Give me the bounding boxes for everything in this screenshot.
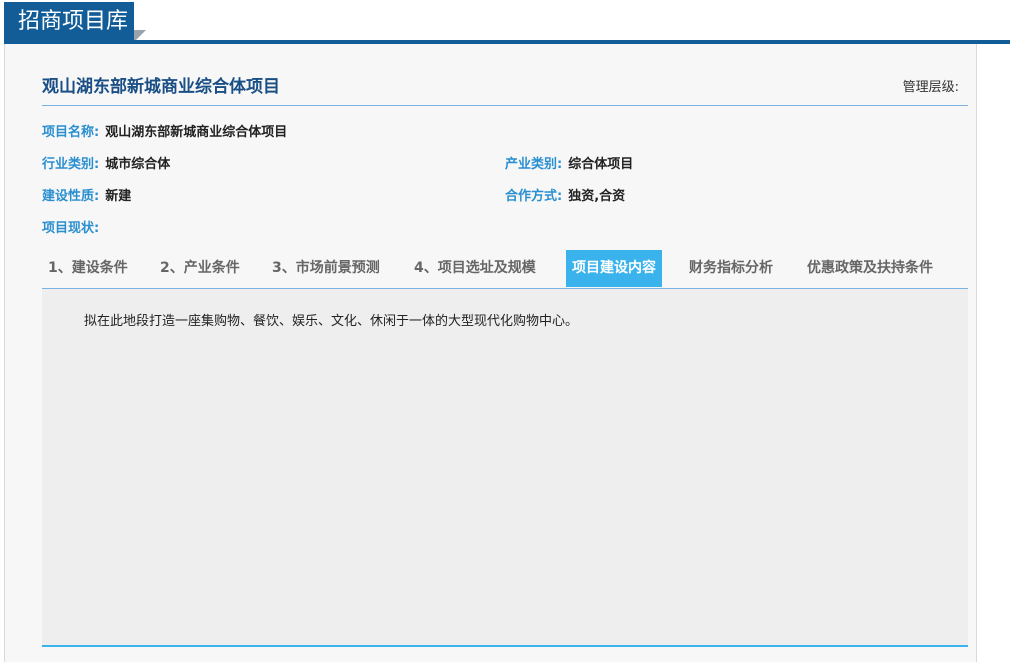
field-label: 行业类别: bbox=[42, 157, 100, 172]
module-title-tag: 招商项目库 bbox=[4, 2, 134, 42]
field-value: 独资,合资 bbox=[568, 189, 626, 204]
tab-construction-content[interactable]: 项目建设内容 bbox=[566, 250, 662, 287]
field-value: 观山湖东部新城商业综合体项目 bbox=[105, 125, 288, 140]
field-project-name: 项目名称: 观山湖东部新城商业综合体项目 bbox=[42, 121, 287, 140]
field-industry: 行业类别: 城市综合体 bbox=[42, 153, 170, 172]
tab-construction-conditions[interactable]: 1、建设条件 bbox=[42, 250, 134, 287]
tab-financial-analysis[interactable]: 财务指标分析 bbox=[683, 250, 779, 287]
field-cooperation: 合作方式: 独资,合资 bbox=[505, 185, 625, 204]
field-label: 产业类别: bbox=[505, 157, 563, 172]
module-title: 招商项目库 bbox=[18, 9, 129, 34]
tab-content-panel: 拟在此地段打造一座集购物、餐饮、娱乐、文化、休闲于一体的大型现代化购物中心。 bbox=[42, 289, 968, 647]
tab-market-forecast[interactable]: 3、市场前景预测 bbox=[266, 250, 386, 287]
tab-preferential-policies[interactable]: 优惠政策及扶持条件 bbox=[801, 250, 939, 287]
field-value: 综合体项目 bbox=[568, 157, 634, 172]
title-divider bbox=[42, 105, 968, 106]
field-sector: 产业类别: 综合体项目 bbox=[505, 153, 633, 172]
field-value: 城市综合体 bbox=[105, 157, 171, 172]
tab-content-text: 拟在此地段打造一座集购物、餐饮、娱乐、文化、休闲于一体的大型现代化购物中心。 bbox=[84, 314, 579, 329]
management-level-label: 管理层级: bbox=[902, 80, 959, 95]
field-label: 项目现状: bbox=[42, 221, 100, 236]
project-detail-panel: 观山湖东部新城商业综合体项目 管理层级: 项目名称: 观山湖东部新城商业综合体项目… bbox=[4, 44, 977, 662]
tab-industry-conditions[interactable]: 2、产业条件 bbox=[154, 250, 246, 287]
project-title: 观山湖东部新城商业综合体项目 bbox=[42, 77, 280, 97]
field-status: 项目现状: bbox=[42, 217, 105, 236]
tab-site-and-scale[interactable]: 4、项目选址及规模 bbox=[408, 250, 542, 287]
field-value: 新建 bbox=[105, 189, 132, 204]
field-label: 合作方式: bbox=[505, 189, 563, 204]
field-label: 建设性质: bbox=[42, 189, 100, 204]
tab-bar: 1、建设条件 2、产业条件 3、市场前景预测 4、项目选址及规模 项目建设内容 … bbox=[42, 250, 968, 288]
field-label: 项目名称: bbox=[42, 125, 100, 140]
field-construction: 建设性质: 新建 bbox=[42, 185, 131, 204]
